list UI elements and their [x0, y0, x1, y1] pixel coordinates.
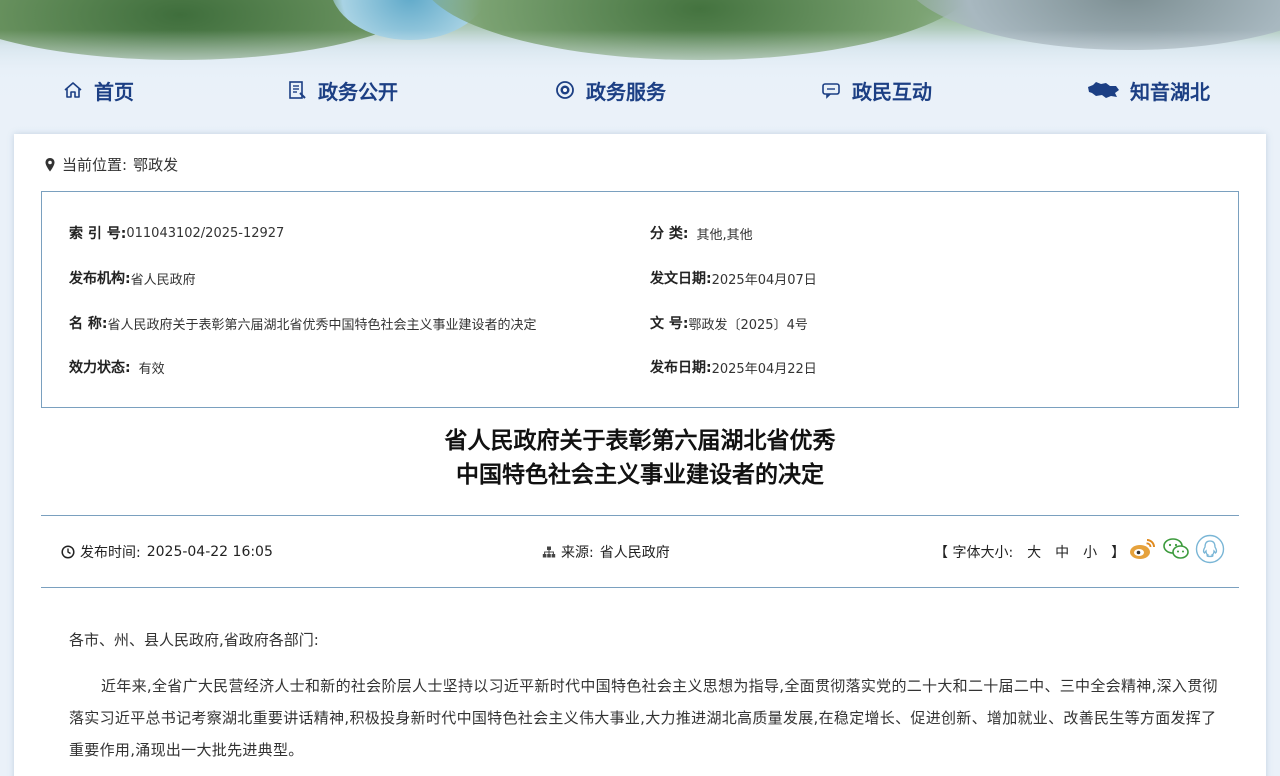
meta-row: 名 称: 省人民政府关于表彰第六届湖北省优秀中国特色社会主义事业建设者的决定 文…	[42, 311, 1238, 335]
weibo-icon	[1127, 534, 1157, 564]
meta-doc-number: 文 号: 鄂政发〔2025〕4号	[650, 311, 808, 335]
publish-time: 发布时间: 2025-04-22 16:05	[61, 542, 273, 562]
hubei-map-icon	[1086, 79, 1120, 101]
publish-time-value: 2025-04-22 16:05	[147, 544, 273, 560]
header-banner	[0, 0, 1280, 134]
meta-row: 索 引 号: 011043102/2025-12927 分 类: 其他,其他	[42, 221, 1238, 245]
font-size-bracket: 】	[1111, 542, 1125, 562]
meta-issue-date: 发文日期: 2025年04月07日	[650, 266, 817, 290]
nav-item-gov-service[interactable]: 政务服务	[554, 70, 666, 110]
meta-org: 发布机构: 省人民政府	[69, 266, 196, 290]
meta-value: 省人民政府	[131, 269, 196, 288]
source-value: 省人民政府	[600, 542, 670, 562]
meta-name: 名 称: 省人民政府关于表彰第六届湖北省优秀中国特色社会主义事业建设者的决定	[69, 311, 537, 335]
publish-time-label: 发布时间:	[80, 542, 141, 562]
source-label: 来源:	[561, 542, 594, 562]
breadcrumb: 当前位置: 鄂政发	[44, 154, 178, 175]
font-size-control: 【 字体大小: 大 中 小 】	[934, 542, 1125, 562]
nav-item-label: 政民互动	[852, 76, 932, 105]
document-metadata-box: 索 引 号: 011043102/2025-12927 分 类: 其他,其他 发…	[41, 191, 1239, 408]
meta-label: 发布日期:	[650, 357, 712, 377]
meta-label: 发文日期:	[650, 268, 712, 288]
font-size-medium-button[interactable]: 中	[1055, 542, 1069, 562]
nav-item-interaction[interactable]: 政民互动	[820, 70, 932, 110]
meta-value: 2025年04月22日	[712, 358, 817, 377]
meta-label: 效力状态:	[69, 357, 131, 377]
qq-icon	[1195, 534, 1225, 564]
nav-item-home[interactable]: 首页	[62, 70, 134, 110]
sitemap-icon	[542, 545, 556, 559]
nav-item-label: 政务服务	[586, 76, 666, 105]
wechat-icon	[1161, 534, 1191, 564]
main-nav: 首页 政务公开 政务服务 政民互动 知音湖北	[0, 70, 1280, 110]
clock-icon	[61, 545, 75, 559]
nav-item-zhiyin-hubei[interactable]: 知音湖北	[1086, 70, 1210, 110]
meta-label: 分 类:	[650, 223, 688, 243]
breadcrumb-prefix: 当前位置:	[62, 154, 127, 175]
location-pin-icon	[44, 157, 56, 173]
meta-publish-date: 发布日期: 2025年04月22日	[650, 355, 817, 379]
service-icon	[554, 79, 576, 101]
meta-row: 发布机构: 省人民政府 发文日期: 2025年04月07日	[42, 266, 1238, 290]
meta-value: 其他,其他	[696, 224, 752, 243]
nav-item-label: 首页	[94, 76, 134, 105]
meta-value: 011043102/2025-12927	[126, 226, 284, 241]
title-line: 省人民政府关于表彰第六届湖北省优秀	[14, 424, 1266, 458]
home-icon	[62, 79, 84, 101]
meta-index: 索 引 号: 011043102/2025-12927	[69, 221, 284, 245]
meta-category: 分 类: 其他,其他	[650, 221, 753, 245]
font-size-label: 【 字体大小:	[934, 542, 1013, 562]
meta-label: 名 称:	[69, 313, 107, 333]
title-line: 中国特色社会主义事业建设者的决定	[14, 458, 1266, 492]
font-size-large-button[interactable]: 大	[1027, 542, 1041, 562]
article-panel: 当前位置: 鄂政发 索 引 号: 011043102/2025-12927 分 …	[14, 134, 1266, 776]
meta-value: 有效	[139, 358, 165, 377]
nav-item-label: 知音湖北	[1130, 76, 1210, 105]
source: 来源: 省人民政府	[542, 542, 670, 562]
article-body: 各市、州、县人民政府,省政府各部门: 近年来,全省广大民营经济人士和新的社会阶层…	[69, 628, 1229, 766]
meta-label: 发布机构:	[69, 268, 131, 288]
meta-status: 效力状态: 有效	[69, 355, 165, 379]
paragraph: 近年来,全省广大民营经济人士和新的社会阶层人士坚持以习近平新时代中国特色社会主义…	[69, 670, 1229, 766]
meta-value: 省人民政府关于表彰第六届湖北省优秀中国特色社会主义事业建设者的决定	[107, 314, 536, 333]
chat-icon	[820, 79, 842, 101]
wechat-share-button[interactable]	[1161, 534, 1191, 564]
meta-row: 效力状态: 有效 发布日期: 2025年04月22日	[42, 355, 1238, 379]
meta-value: 2025年04月07日	[712, 269, 817, 288]
meta-label: 索 引 号:	[69, 223, 126, 243]
article-info-bar: 发布时间: 2025-04-22 16:05 来源: 省人民政府 【 字体大小:…	[41, 515, 1239, 588]
breadcrumb-current[interactable]: 鄂政发	[133, 154, 178, 175]
salutation: 各市、州、县人民政府,省政府各部门:	[69, 628, 1229, 652]
page-title: 省人民政府关于表彰第六届湖北省优秀 中国特色社会主义事业建设者的决定	[14, 424, 1266, 492]
font-size-small-button[interactable]: 小	[1083, 542, 1097, 562]
weibo-share-button[interactable]	[1127, 534, 1157, 564]
nav-item-gov-affairs[interactable]: 政务公开	[286, 70, 398, 110]
meta-label: 文 号:	[650, 313, 688, 333]
qq-share-button[interactable]	[1195, 534, 1225, 564]
nav-item-label: 政务公开	[318, 76, 398, 105]
meta-value: 鄂政发〔2025〕4号	[688, 314, 807, 333]
document-icon	[286, 79, 308, 101]
